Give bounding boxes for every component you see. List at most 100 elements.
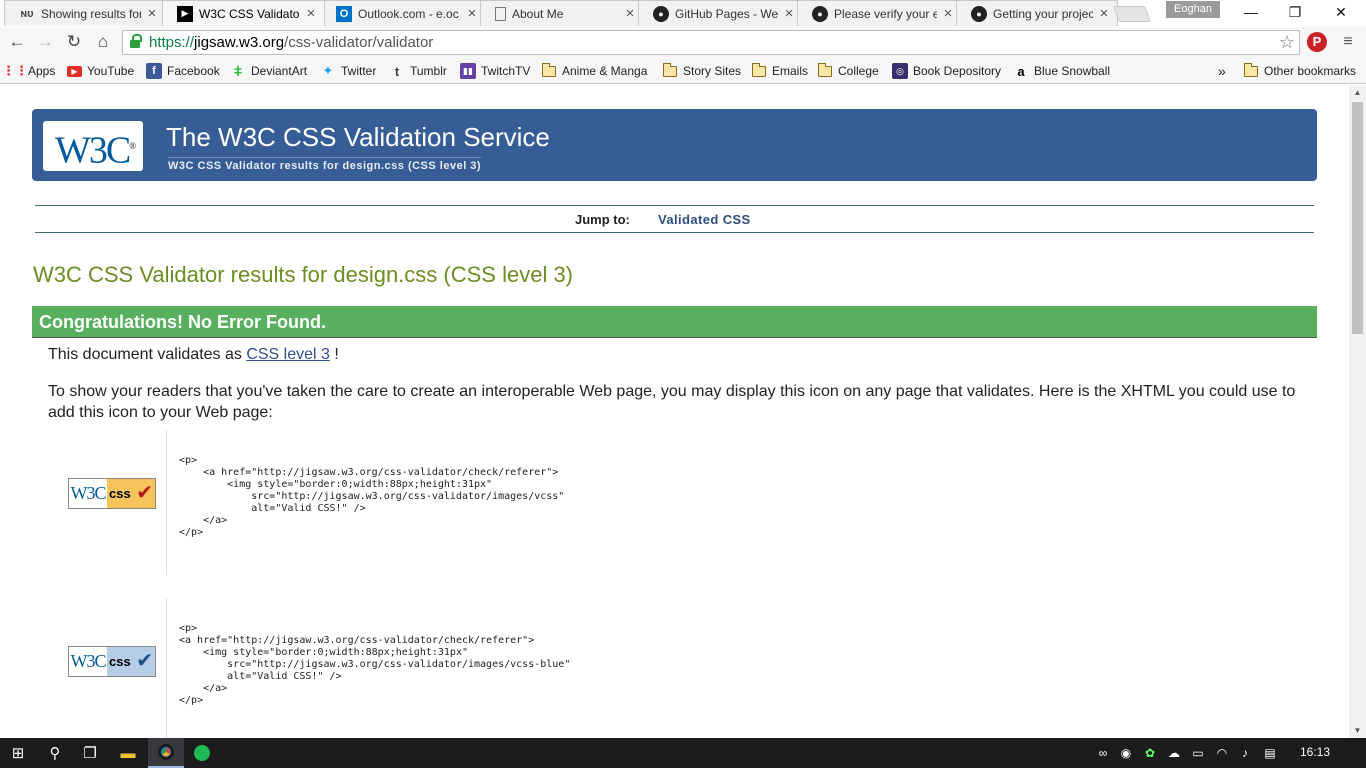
badge-w3c-text: W3C bbox=[69, 647, 107, 676]
bookmark-tumblr[interactable]: t Tumblr bbox=[389, 62, 447, 80]
close-icon[interactable]: × bbox=[782, 5, 796, 22]
bookmark-label: Story Sites bbox=[683, 64, 742, 78]
file-explorer-icon[interactable]: ▬ bbox=[110, 738, 146, 768]
tab-title: W3C CSS Validator bbox=[199, 6, 300, 21]
book-depository-icon: ◎ bbox=[892, 63, 908, 79]
close-icon[interactable]: × bbox=[623, 5, 637, 22]
clock[interactable]: 16:13 bbox=[1300, 745, 1330, 759]
restore-icon[interactable]: ❐ bbox=[1272, 0, 1318, 24]
chrome-tray-icon[interactable]: ◉ bbox=[1118, 745, 1134, 761]
close-icon[interactable]: × bbox=[941, 5, 955, 22]
close-icon[interactable]: × bbox=[304, 5, 318, 22]
bookmark-label: Tumblr bbox=[410, 64, 447, 78]
vertical-scrollbar[interactable]: ▲ ▼ bbox=[1349, 85, 1366, 738]
jump-validated-css-link[interactable]: Validated CSS bbox=[658, 212, 751, 227]
menu-icon[interactable]: ≡ bbox=[1338, 32, 1358, 52]
bookmark-label: Book Depository bbox=[913, 64, 1002, 78]
bookmark-label: Other bookmarks bbox=[1264, 64, 1357, 78]
bookmark-folder-other-bookmarks[interactable]: Other bookmarks bbox=[1244, 62, 1356, 80]
logo-registered-mark: ® bbox=[129, 141, 136, 151]
bookmark-apps[interactable]: ⋮⋮ Apps bbox=[2, 62, 55, 80]
chrome-icon[interactable] bbox=[148, 738, 184, 768]
tab-github-pages[interactable]: ● GitHub Pages - We × bbox=[638, 0, 803, 26]
bookmark-label: Blue Snowball bbox=[1034, 64, 1111, 78]
windows-start-icon[interactable]: ⊞ bbox=[0, 738, 36, 768]
tab-about-me[interactable]: About Me × bbox=[480, 0, 644, 26]
checkmark-icon: ✔ bbox=[136, 650, 153, 672]
css-level-3-link[interactable]: CSS level 3 bbox=[246, 346, 330, 363]
bookmark-facebook[interactable]: f Facebook bbox=[146, 62, 220, 80]
volume-icon[interactable]: ♪ bbox=[1237, 745, 1253, 761]
link-icon[interactable]: ∞ bbox=[1095, 745, 1111, 761]
tab-please-verify[interactable]: ● Please verify your e × bbox=[797, 0, 962, 26]
tab-strip: ɴᴜ Showing results for × ▶ W3C CSS Valid… bbox=[0, 0, 1366, 27]
bookmark-label: DeviantArt bbox=[251, 64, 308, 78]
wifi-icon[interactable]: ◠ bbox=[1214, 745, 1230, 761]
bookmark-folder-story-sites[interactable]: Story Sites bbox=[663, 62, 741, 80]
tray-app-icon[interactable]: ✿ bbox=[1142, 745, 1158, 761]
success-banner: Congratulations! No Error Found. bbox=[32, 306, 1317, 338]
folder-icon bbox=[542, 62, 556, 77]
bookmark-deviantart[interactable]: ǂ DeviantArt bbox=[230, 62, 307, 80]
address-bar[interactable]: https://jigsaw.w3.org/css-validator/vali… bbox=[122, 30, 1300, 55]
bookmark-label: Twitter bbox=[341, 64, 377, 78]
folder-icon bbox=[818, 62, 832, 77]
url-path: /css-validator/validator bbox=[284, 34, 434, 51]
success-message: Congratulations! No Error Found. bbox=[39, 312, 326, 332]
pinterest-icon[interactable]: P bbox=[1307, 32, 1327, 52]
home-icon[interactable]: ⌂ bbox=[92, 31, 114, 53]
folder-icon bbox=[663, 62, 677, 77]
scroll-up-icon[interactable]: ▲ bbox=[1349, 85, 1366, 100]
page-content: W3C® The W3C CSS Validation Service W3C … bbox=[0, 85, 1349, 738]
tab-w3c-css-validator[interactable]: ▶ W3C CSS Validator × bbox=[162, 0, 325, 26]
lock-icon bbox=[130, 34, 142, 48]
bookmarks-overflow-chevron-icon[interactable]: » bbox=[1218, 62, 1226, 80]
bookmark-label: College bbox=[838, 64, 879, 78]
bookmark-youtube[interactable]: ▶ YouTube bbox=[67, 62, 134, 80]
valid-css-badge-gold[interactable]: W3C css ✔ bbox=[68, 478, 156, 509]
profile-button[interactable]: Eoghan bbox=[1166, 1, 1220, 18]
scrollbar-thumb[interactable] bbox=[1352, 102, 1363, 334]
bookmark-twitter[interactable]: ✦ Twitter bbox=[320, 62, 377, 80]
bookmark-blue-snowball[interactable]: a Blue Snowball bbox=[1013, 62, 1110, 80]
validates-paragraph: This document validates as CSS level 3 ! bbox=[48, 346, 339, 364]
github-icon: ● bbox=[812, 5, 828, 22]
badge-w3c-text: W3C bbox=[69, 479, 107, 508]
bookmark-twitchtv[interactable]: ▮▮ TwitchTV bbox=[460, 62, 530, 80]
close-icon[interactable]: × bbox=[465, 5, 479, 22]
tab-outlook[interactable]: O Outlook.com - e.oc × bbox=[321, 0, 486, 26]
close-window-icon[interactable]: ✕ bbox=[1318, 0, 1364, 24]
page-title[interactable]: The W3C CSS Validation Service bbox=[166, 122, 550, 153]
facebook-icon: f bbox=[146, 63, 162, 79]
battery-icon[interactable]: ▭ bbox=[1190, 745, 1206, 761]
reload-icon[interactable]: ↻ bbox=[63, 31, 85, 53]
bookmark-folder-anime-manga[interactable]: Anime & Manga bbox=[542, 62, 647, 80]
onedrive-icon[interactable]: ☁ bbox=[1166, 745, 1182, 761]
minimize-icon[interactable]: — bbox=[1228, 0, 1274, 24]
scroll-down-icon[interactable]: ▼ bbox=[1349, 723, 1366, 738]
action-center-icon[interactable]: ▤ bbox=[1262, 745, 1278, 761]
close-icon[interactable]: × bbox=[1097, 5, 1111, 22]
github-icon: ● bbox=[971, 5, 987, 22]
valid-css-badge-blue[interactable]: W3C css ✔ bbox=[68, 646, 156, 677]
logo-text: W3C bbox=[55, 129, 131, 172]
badge-row-gold: W3C css ✔ <p> <a href="http://jigsaw.w3.… bbox=[40, 430, 1330, 575]
bookmark-book-depository[interactable]: ◎ Book Depository bbox=[892, 62, 1001, 80]
url-host: jigsaw.w3.org bbox=[194, 34, 285, 51]
nu-icon: ɴᴜ bbox=[20, 7, 34, 20]
search-icon[interactable]: ⚲ bbox=[37, 738, 73, 768]
w3c-logo[interactable]: W3C® bbox=[43, 121, 143, 172]
amazon-icon: a bbox=[1017, 63, 1025, 79]
tab-getting-your-project[interactable]: ● Getting your projec × bbox=[956, 0, 1118, 26]
bookmark-folder-emails[interactable]: Emails bbox=[752, 62, 808, 80]
close-icon[interactable]: × bbox=[145, 5, 159, 22]
forward-icon[interactable]: → bbox=[34, 31, 56, 53]
back-icon[interactable]: ← bbox=[6, 31, 28, 53]
new-tab-button[interactable] bbox=[1113, 6, 1151, 22]
bookmark-folder-college[interactable]: College bbox=[818, 62, 879, 80]
task-view-icon[interactable]: ❐ bbox=[72, 738, 108, 768]
bookmark-star-icon[interactable]: ☆ bbox=[1279, 32, 1295, 53]
tab-showing-results[interactable]: ɴᴜ Showing results for × bbox=[4, 0, 166, 26]
bookmark-label: YouTube bbox=[87, 64, 135, 78]
spotify-icon[interactable] bbox=[184, 738, 220, 768]
